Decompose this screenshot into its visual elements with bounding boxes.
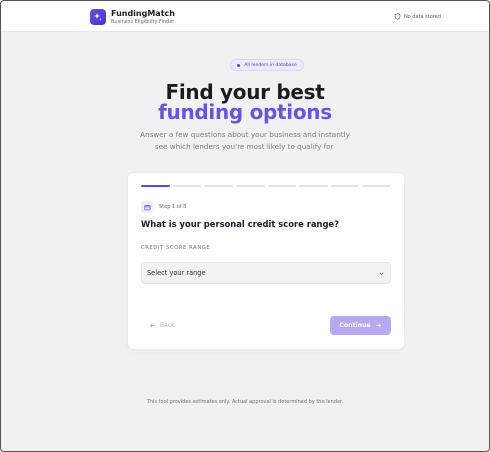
- lenders-badge: All lenders in database: [230, 59, 304, 71]
- app-subtitle: Business Eligibility Finder: [111, 19, 175, 25]
- continue-button[interactable]: Continue: [330, 316, 391, 335]
- page-title-line2: funding options: [158, 100, 332, 124]
- calendar-icon: [141, 201, 153, 213]
- back-label: Back: [160, 322, 175, 329]
- shield-icon: [394, 13, 401, 20]
- top-bar: FundingMatch Business Eligibility Finder…: [1, 1, 489, 32]
- continue-label: Continue: [339, 322, 371, 329]
- app-name: FundingMatch: [111, 9, 175, 18]
- arrow-left-icon: [149, 323, 155, 328]
- logo: [90, 9, 106, 25]
- privacy-label: No data stored: [403, 13, 441, 20]
- badge-label: All lenders in database: [244, 62, 297, 68]
- progress-bar: [141, 185, 391, 187]
- app-window: FundingMatch Business Eligibility Finder…: [0, 0, 490, 452]
- back-button[interactable]: Back: [149, 322, 175, 329]
- disclaimer: This tool provides estimates only. Actua…: [146, 399, 344, 405]
- progress-segment: [141, 185, 170, 187]
- progress-segment: [267, 185, 297, 187]
- progress-segment: [172, 185, 202, 187]
- progress-segment: [235, 185, 265, 187]
- credit-score-select[interactable]: Select your range: [141, 262, 391, 284]
- chevron-down-icon: [379, 272, 384, 276]
- privacy-notice: No data stored: [394, 13, 441, 20]
- sparkle-icon: [94, 13, 102, 21]
- progress-segment: [204, 185, 233, 187]
- lead-text-line2: see which lenders you're most likely to …: [154, 142, 336, 151]
- progress-segment: [362, 185, 391, 187]
- step-indicator: Step 1 of 8: [159, 204, 187, 210]
- field-label: CREDIT SCORE RANGE: [141, 245, 211, 251]
- dot-icon: [237, 63, 241, 67]
- select-value: Select your range: [147, 269, 206, 277]
- wizard-card: Step 1 of 8 What is your personal credit…: [128, 173, 404, 349]
- arrow-right-icon: [376, 323, 381, 328]
- progress-segment: [330, 185, 360, 187]
- question-title: What is your personal credit score range…: [141, 219, 339, 229]
- progress-segment: [299, 185, 328, 187]
